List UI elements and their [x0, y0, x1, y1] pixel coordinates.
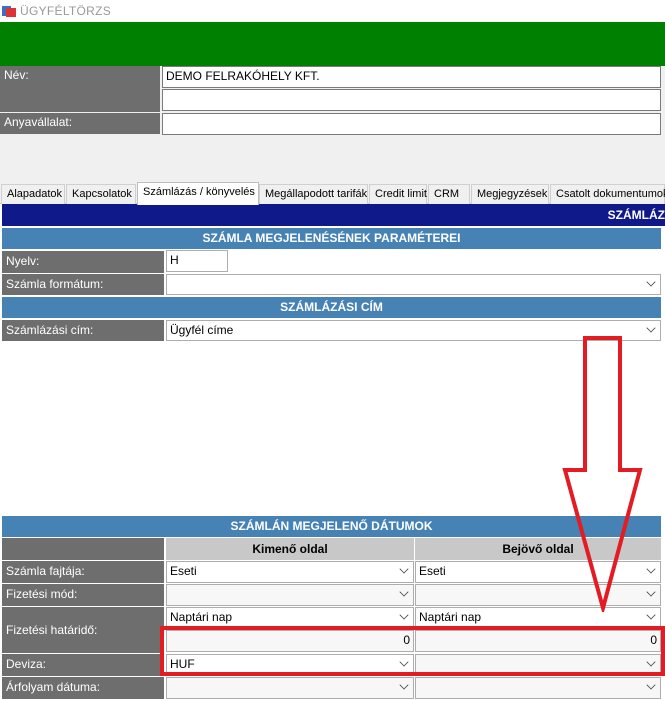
payment-method-out-select[interactable]	[166, 584, 414, 606]
chevron-down-icon	[646, 610, 656, 620]
chevron-down-icon	[646, 277, 656, 287]
payment-deadline-label: Fizetési határidő:	[2, 607, 164, 653]
language-input[interactable]: H	[166, 250, 228, 272]
chevron-down-icon	[646, 680, 656, 690]
invoice-type-out-select[interactable]: Eseti	[166, 561, 414, 583]
name-label: Név:	[0, 66, 160, 112]
deadline-type-out-value: Naptári nap	[170, 610, 233, 624]
invoice-type-out-value: Eseti	[170, 564, 197, 578]
highlight-annotation-box	[160, 626, 665, 676]
title-bar: ÜGYFÉLTÖRZS	[0, 0, 665, 22]
chevron-down-icon	[646, 564, 656, 574]
tab-alapadatok[interactable]: Alapadatok	[1, 184, 65, 204]
chevron-down-icon	[646, 587, 656, 597]
parent-company-field[interactable]	[162, 113, 661, 135]
name-field-2[interactable]	[162, 89, 661, 111]
app-icon	[2, 4, 16, 18]
payment-method-label: Fizetési mód:	[2, 584, 164, 606]
panel-title-bar: SZÁMLÁZ	[2, 204, 665, 226]
chevron-down-icon	[399, 680, 409, 690]
rate-date-in-select[interactable]	[415, 677, 661, 699]
currency-label: Deviza:	[2, 654, 164, 676]
tab-crm[interactable]: CRM	[428, 184, 470, 204]
invoice-format-label: Számla formátum:	[2, 274, 164, 295]
dates-corner-cell	[2, 538, 164, 560]
outgoing-column-header: Kimenő oldal	[166, 538, 414, 560]
tab-strip: Alapadatok Kapcsolatok Számlázás / könyv…	[0, 182, 665, 205]
billing-address-value: Ügyfél címe	[170, 323, 234, 337]
parent-company-label: Anyavállalat:	[0, 113, 160, 134]
invoice-type-label: Számla fajtája:	[2, 561, 164, 583]
chevron-down-icon	[399, 587, 409, 597]
deadline-type-in-value: Naptári nap	[419, 610, 482, 624]
window-title: ÜGYFÉLTÖRZS	[20, 4, 112, 18]
tab-szamlazas[interactable]: Számlázás / könyvelés	[137, 182, 259, 205]
chevron-down-icon	[399, 610, 409, 620]
name-field[interactable]: DEMO FELRAKÓHELY KFT.	[162, 66, 661, 88]
chevron-down-icon	[646, 323, 656, 333]
tab-megjegyzesek[interactable]: Megjegyzések	[471, 184, 549, 204]
language-label: Nyelv:	[2, 251, 164, 273]
tab-csatolt-dokumentumok[interactable]: Csatolt dokumentumok	[550, 184, 665, 204]
down-arrow-annotation	[562, 336, 643, 612]
rate-date-out-select[interactable]	[166, 677, 414, 699]
tab-kapcsolatok[interactable]: Kapcsolatok	[66, 184, 136, 204]
invoice-type-in-value: Eseti	[419, 564, 446, 578]
billing-address-header: SZÁMLÁZÁSI CÍM	[2, 297, 661, 318]
rate-date-label: Árfolyam dátuma:	[2, 677, 164, 699]
tab-credit-limit[interactable]: Credit limit	[369, 184, 427, 204]
tab-megallapodott-tarifak[interactable]: Megállapodott tarifák	[259, 184, 368, 204]
green-header-bar	[0, 22, 665, 66]
billing-address-label: Számlázási cím:	[2, 320, 164, 341]
chevron-down-icon	[399, 564, 409, 574]
invoice-params-header: SZÁMLA MEGJELENÉSÉNEK PARAMÉTEREI	[2, 228, 661, 249]
invoice-format-select[interactable]	[166, 274, 661, 295]
customer-header: Név: DEMO FELRAKÓHELY KFT. Anyavállalat:	[0, 66, 665, 182]
